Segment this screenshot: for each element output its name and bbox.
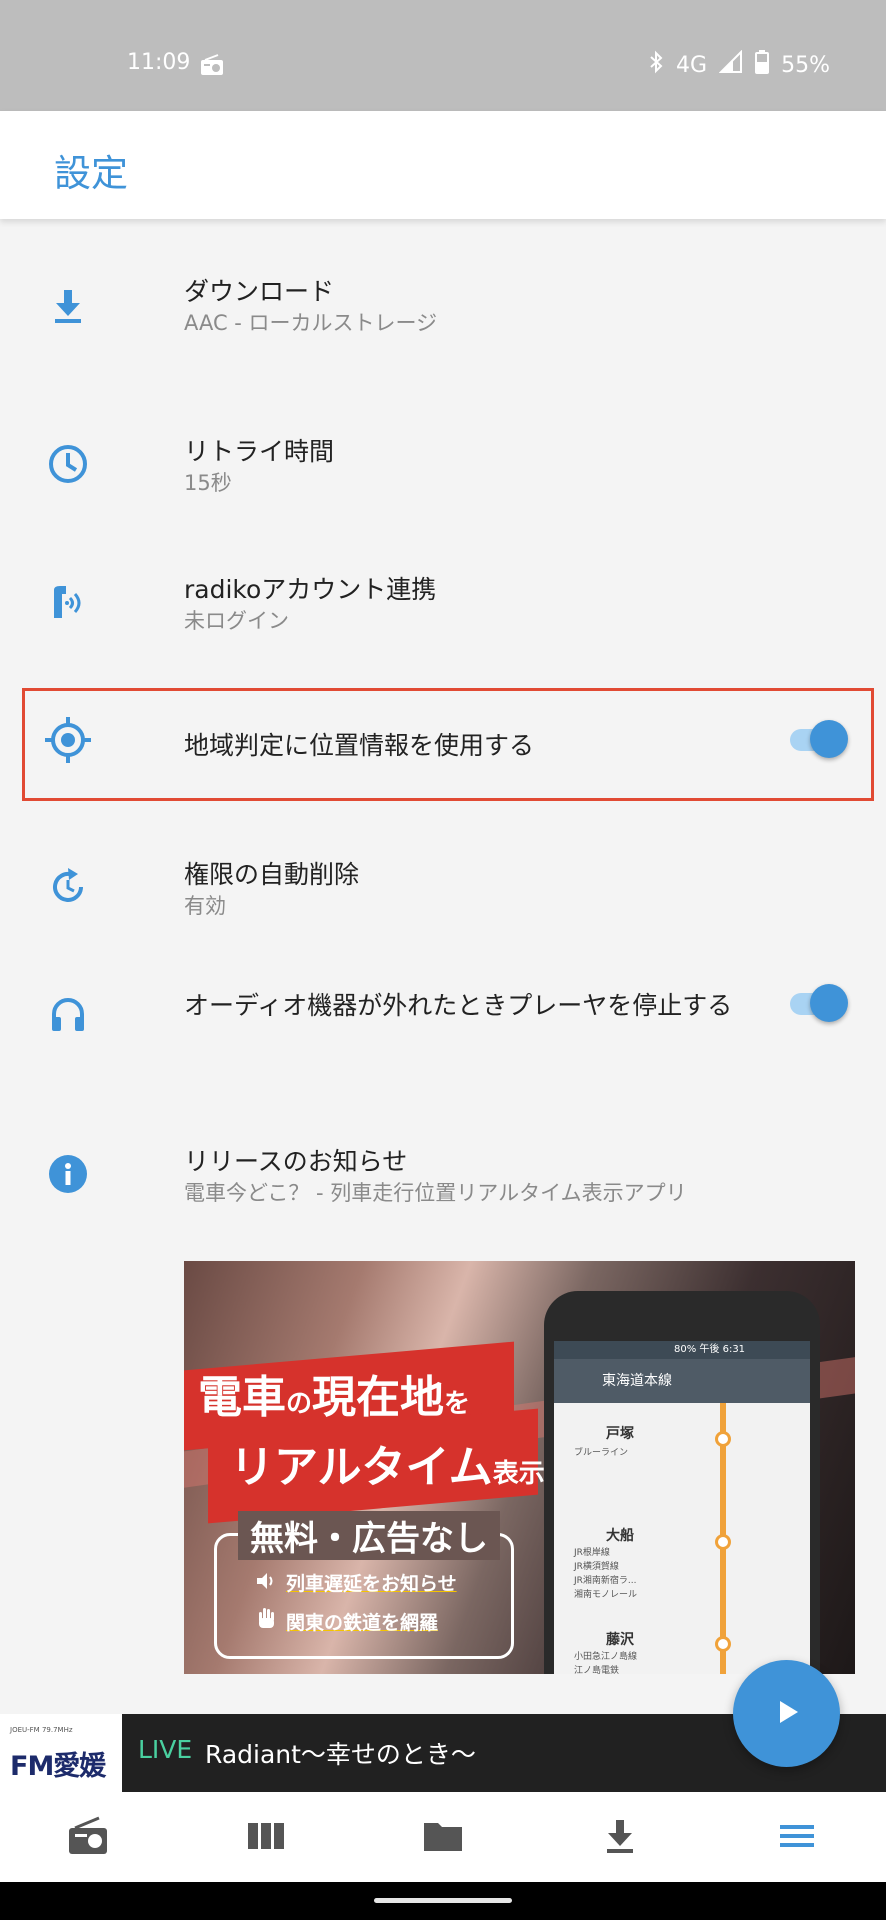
phone-screen: 80% 午後 6:31 東海道本線 戸塚 ブルーライン 大船 JR根岸線 JR横… (554, 1341, 810, 1674)
setting-retry-title: リトライ時間 (184, 437, 335, 466)
setting-permissions-title: 権限の自動削除 (184, 860, 360, 889)
system-navigation-bar (0, 1882, 886, 1920)
folder-icon (422, 1819, 464, 1857)
station-logo-text: FM愛媛 (10, 1751, 106, 1782)
auto-reset-icon (44, 863, 92, 911)
phone-station-marker (715, 1431, 731, 1447)
radio-notification-icon (200, 54, 224, 80)
nav-radio[interactable] (64, 1814, 112, 1862)
status-time: 11:09 (127, 50, 191, 75)
setting-permissions-subtitle: 有効 (184, 894, 226, 918)
download-icon (44, 282, 92, 330)
signal-icon (718, 49, 743, 80)
home-gesture-handle[interactable] (374, 1898, 512, 1903)
bottom-navigation (0, 1792, 886, 1882)
setting-release-title: リリースのお知らせ (184, 1147, 408, 1176)
setting-radiko-account[interactable]: radikoアカウント連携 未ログイン (0, 558, 886, 658)
phone-station-line: 小田急江ノ島線 (574, 1652, 638, 1662)
setting-retry[interactable]: リトライ時間 15秒 (0, 420, 886, 520)
phone-station-name: 大船 (606, 1528, 634, 1544)
setting-audio-stop[interactable]: オーディオ機器が外れたときプレーヤを停止する (0, 960, 886, 1060)
setting-radiko-subtitle: 未ログイン (184, 609, 289, 633)
nav-menu[interactable] (773, 1814, 821, 1862)
status-bar: 11:09 4G 55% (0, 0, 886, 111)
phone-station-marker (715, 1636, 731, 1652)
nav-library[interactable] (242, 1814, 290, 1862)
track-title: Radiant〜幸せのとき〜 (205, 1740, 476, 1769)
nav-download[interactable] (596, 1814, 644, 1862)
toggle-knob (810, 720, 848, 758)
location-target-icon (44, 716, 92, 764)
phone-station-line: 江ノ島電鉄 (574, 1666, 620, 1674)
page-title: 設定 (54, 152, 128, 195)
audio-stop-toggle[interactable] (788, 982, 848, 1024)
nav-folder[interactable] (419, 1814, 467, 1862)
setting-release-subtitle: 電車今どこ？ - 列車走行位置リアルタイム表示アプリ (184, 1181, 687, 1205)
phone-station-line: JR根岸線 (574, 1548, 610, 1558)
info-icon (44, 1150, 92, 1198)
network-type: 4G (676, 52, 708, 78)
banner-feature-coverage: 関東の鉄道を網羅 (256, 1607, 438, 1635)
menu-icon (779, 1822, 815, 1854)
setting-download-subtitle: AAC - ローカルストレージ (184, 311, 438, 335)
clock-icon (44, 440, 92, 488)
banner-phone-mockup: 80% 午後 6:31 東海道本線 戸塚 ブルーライン 大船 JR根岸線 JR横… (544, 1291, 820, 1674)
setting-download-title: ダウンロード (184, 277, 335, 306)
radiko-icon (44, 578, 92, 626)
phone-toolbar: 東海道本線 (554, 1359, 810, 1403)
setting-location[interactable]: 地域判定に位置情報を使用する (0, 694, 886, 794)
toggle-knob (810, 984, 848, 1022)
phone-station-marker (715, 1534, 731, 1550)
library-icon (247, 1821, 285, 1855)
hand-icon (256, 1607, 278, 1634)
setting-permissions[interactable]: 権限の自動削除 有効 (0, 843, 886, 943)
download-icon (604, 1818, 636, 1858)
headphones-icon (44, 990, 92, 1038)
setting-radiko-title: radikoアカウント連携 (184, 575, 437, 604)
phone-station-line: JR湘南新宿ラ... (574, 1576, 637, 1586)
setting-release-notice[interactable]: リリースのお知らせ 電車今どこ？ - 列車走行位置リアルタイム表示アプリ (0, 1130, 886, 1230)
battery-percent: 55% (781, 52, 830, 78)
phone-station-name: 戸塚 (606, 1426, 634, 1442)
setting-audio-stop-title: オーディオ機器が外れたときプレーヤを停止する (184, 991, 733, 1020)
setting-retry-subtitle: 15秒 (184, 471, 232, 495)
setting-location-title: 地域判定に位置情報を使用する (184, 731, 535, 760)
station-logo-frequency: JOEU-FM 79.7MHz (10, 1726, 73, 1734)
live-label: LIVE (138, 1735, 193, 1764)
phone-station-line: 湘南モノレール (574, 1590, 638, 1600)
phone-station-name: 藤沢 (606, 1632, 634, 1648)
phone-station-line: ブルーライン (574, 1448, 629, 1458)
phone-line-name: 東海道本線 (602, 1373, 672, 1389)
location-toggle[interactable] (788, 718, 848, 760)
speaker-icon (256, 1572, 278, 1595)
battery-icon (755, 50, 770, 80)
play-icon (772, 1697, 802, 1731)
banner-free-label: 無料・広告なし (238, 1511, 500, 1560)
station-logo: JOEU-FM 79.7MHz FM愛媛 (0, 1714, 122, 1792)
banner-feature-delay: 列車遅延をお知らせ (256, 1569, 457, 1596)
banner-headline-2: リアルタイム表示 (230, 1442, 545, 1493)
phone-status-bar: 80% 午後 6:31 (554, 1341, 810, 1359)
setting-download[interactable]: ダウンロード AAC - ローカルストレージ (0, 260, 886, 360)
bluetooth-icon (648, 50, 664, 80)
release-banner[interactable]: 電車の現在地を リアルタイム表示 無料・広告なし 列車遅延をお知らせ 関東の鉄道… (184, 1261, 855, 1674)
radio-icon (67, 1816, 109, 1860)
banner-headline-1: 電車の現在地を (198, 1372, 471, 1423)
phone-station-line: JR横須賀線 (574, 1562, 619, 1572)
play-button[interactable] (733, 1660, 840, 1767)
app-bar: 設定 (0, 111, 886, 219)
